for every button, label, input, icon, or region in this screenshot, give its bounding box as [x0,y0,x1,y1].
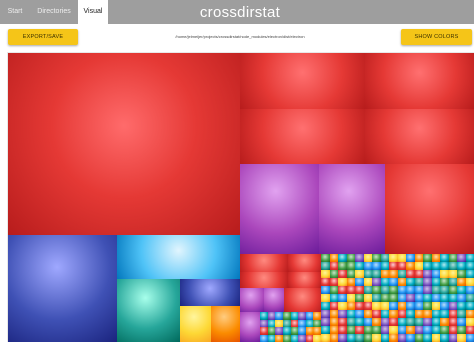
treemap-cell[interactable] [284,288,321,312]
treemap-cell[interactable] [180,279,240,306]
treemap-cell[interactable] [8,235,117,342]
treemap-cell[interactable] [240,288,264,312]
treemap-cell[interactable] [240,109,365,164]
treemap-cell[interactable] [385,164,474,254]
tab-directories[interactable]: Directories [30,0,78,24]
treemap[interactable] [7,52,474,343]
treemap-cell[interactable] [465,326,474,334]
treemap-cell[interactable] [365,53,474,109]
treemap-cell[interactable] [240,312,260,342]
treemap-cell[interactable] [319,164,385,254]
treemap-cell[interactable] [264,288,284,312]
bottom-edge [0,342,474,349]
treemap-cell[interactable] [117,235,240,279]
treemap-cell[interactable] [465,334,474,342]
treemap-cell[interactable] [288,254,321,272]
treemap-small-files[interactable] [321,254,474,342]
show-colors-button[interactable]: SHOW COLORS [401,29,472,45]
export-save-button[interactable]: EXPORT/SAVE [8,29,78,45]
treemap-cell[interactable] [365,109,474,164]
treemap-cell[interactable] [465,286,474,294]
treemap-cell[interactable] [180,306,211,342]
treemap-cell[interactable] [465,262,474,270]
treemap-cell[interactable] [465,278,474,286]
app-title: crossdirstat [199,4,281,21]
treemap-cell[interactable] [465,302,474,310]
tab-start[interactable]: Start [0,0,30,24]
treemap-cell[interactable] [211,306,240,342]
current-path: /home/jelmeijer/projects/crossdirstat/no… [175,34,305,39]
treemap-cell[interactable] [117,279,180,342]
tab-visual[interactable]: Visual [78,0,108,24]
treemap-cell[interactable] [465,254,474,262]
toolbar: EXPORT/SAVE /home/jelmeijer/projects/cro… [0,24,474,52]
treemap-cell[interactable] [465,270,474,278]
treemap-cell[interactable] [240,164,319,254]
treemap-cell[interactable] [465,310,474,318]
top-bar: Start Directories Visual crossdirstat [0,0,474,24]
treemap-cell[interactable] [8,53,240,235]
treemap-cell[interactable] [240,254,288,272]
treemap-small-files[interactable] [260,312,322,343]
treemap-cell[interactable] [240,53,365,109]
treemap-cell[interactable] [288,272,321,288]
treemap-cell[interactable] [465,318,474,326]
treemap-cell[interactable] [465,294,474,302]
treemap-cell[interactable] [240,272,288,288]
